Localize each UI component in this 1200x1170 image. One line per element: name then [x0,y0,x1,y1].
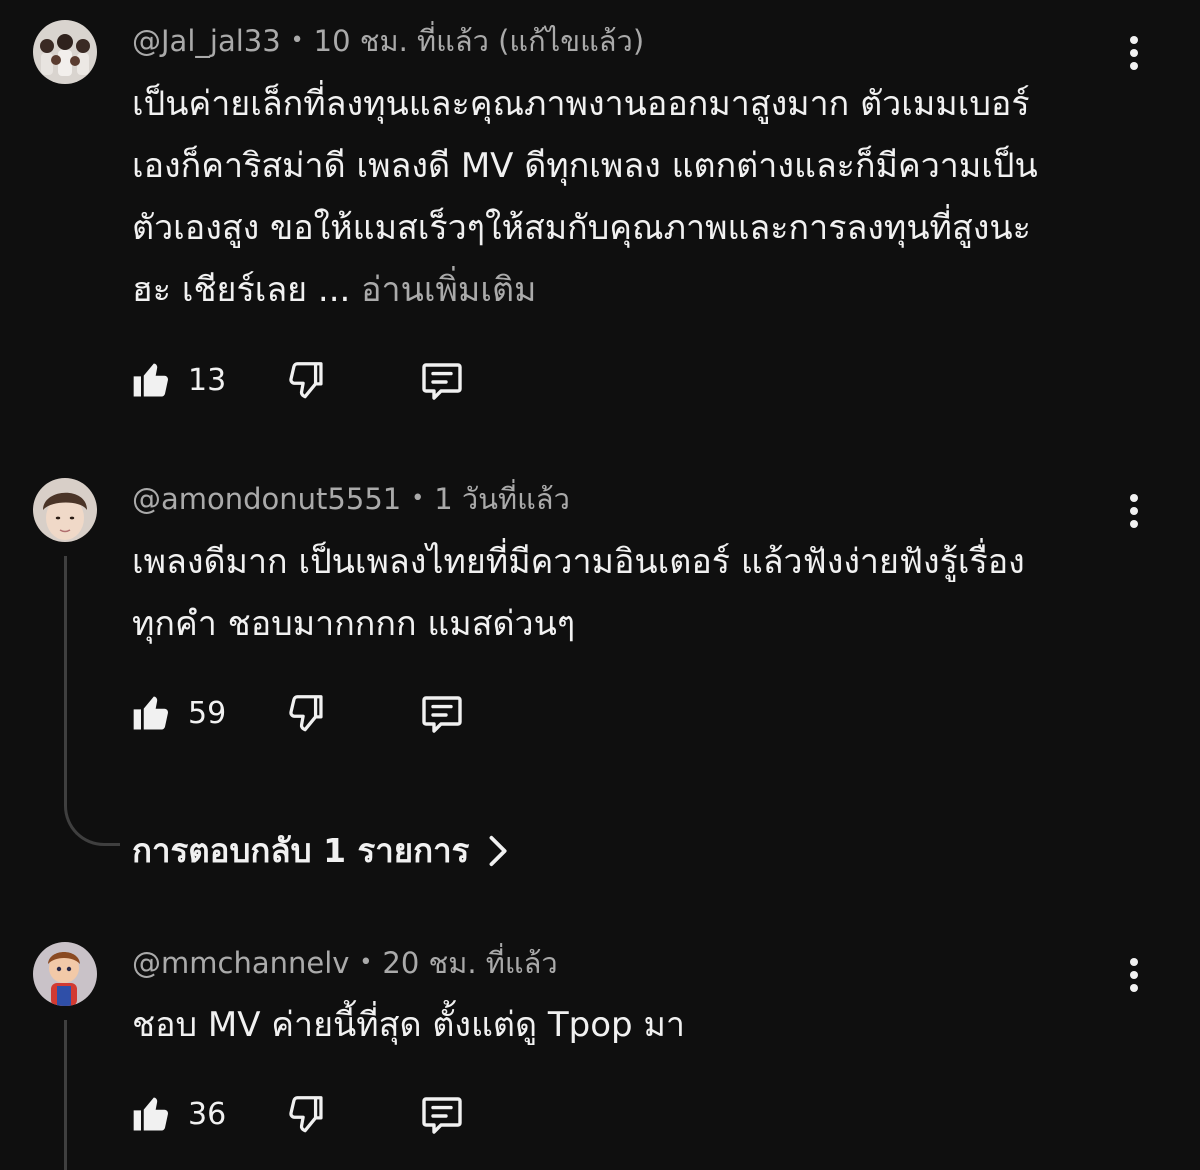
comment-line: เพลงดีมาก เป็นเพลงไทยที่มีความอินเตอร์ แ… [132,542,1025,582]
view-replies-button[interactable]: การตอบกลับ 1 รายการ [132,824,513,877]
more-vert-icon[interactable] [1116,31,1152,75]
comment-line: ชอบ MV ค่ายนี้ที่สุด ตั้งแต่ดู Tpop มา [132,1005,685,1045]
thumbs-up-icon [133,696,169,730]
reply-button[interactable] [417,356,467,404]
like-count: 59 [188,695,227,731]
thread-line [64,556,67,801]
comment-line: ฮะ เชียร์เลย ... [132,270,351,310]
comment-time: 10 ชม. ที่แล้ว [313,24,489,58]
thumbs-up-icon [133,363,169,397]
like-count: 36 [188,1096,227,1132]
comment-author[interactable]: @mmchannelv [132,946,349,980]
comment-text: เพลงดีมาก เป็นเพลงไทยที่มีความอินเตอร์ แ… [132,531,1122,655]
comment-actions: 59 [130,689,530,737]
like-button[interactable]: 59 [130,689,226,737]
thumbs-down-icon [289,695,323,732]
comment-text: ชอบ MV ค่ายนี้ที่สุด ตั้งแต่ดู Tpop มา [132,994,1122,1056]
thumbs-down-icon [289,362,323,399]
comment-line: ทุกคำ ชอบมากกกก แมสด่วนๆ [132,604,576,644]
comment-actions: 13 [130,356,530,404]
comment-time: 20 ชม. ที่แล้ว [382,946,558,980]
comment-meta: @Jal_jal33 • 10 ชม. ที่แล้ว (แก้ไขแล้ว) [132,27,644,56]
comment-text: เป็นค่ายเล็กที่ลงทุนและคุณภาพงานออกมาสูง… [132,73,1122,321]
separator-dot: • [290,28,304,53]
edited-label: (แก้ไขแล้ว) [498,24,645,58]
read-more-link[interactable]: อ่านเพิ่มเติม [361,270,536,310]
like-count: 13 [188,362,227,398]
thread-line [64,1020,67,1170]
like-button[interactable]: 13 [130,356,226,404]
comment-line: เองก็คาริสม่าดี เพลงดี MV ดีทุกเพลง แตกต… [132,146,1038,186]
more-vert-icon[interactable] [1116,489,1152,533]
dislike-button[interactable] [283,689,329,737]
comment-meta: @amondonut5551 • 1 วันที่แล้ว [132,485,570,514]
more-vert-icon[interactable] [1116,953,1152,997]
thumbs-up-icon [133,1097,169,1131]
reply-icon [422,696,462,733]
reply-button[interactable] [417,689,467,737]
avatar[interactable] [33,478,97,542]
reply-icon [422,1097,462,1134]
comment-time: 1 วันที่แล้ว [434,482,570,516]
dislike-button[interactable] [283,1090,329,1138]
comment-author[interactable]: @amondonut5551 [132,482,401,516]
comment-author[interactable]: @Jal_jal33 [132,24,281,58]
comment-meta: @mmchannelv • 20 ชม. ที่แล้ว [132,949,558,978]
dislike-button[interactable] [283,356,329,404]
comment-line: ตัวเองสูง ขอให้แมสเร็วๆให้สมกับคุณภาพและ… [132,208,1031,248]
avatar[interactable] [33,20,97,84]
reply-icon [422,363,462,400]
thread-connector [64,796,120,846]
thumbs-down-icon [289,1096,323,1133]
reply-button[interactable] [417,1090,467,1138]
like-button[interactable]: 36 [130,1090,226,1138]
comment-actions: 36 [130,1090,530,1138]
separator-dot: • [359,950,373,975]
avatar[interactable] [33,942,97,1006]
chevron-right-icon [489,835,507,866]
comment-line: เป็นค่ายเล็กที่ลงทุนและคุณภาพงานออกมาสูง… [132,84,1030,124]
separator-dot: • [411,486,425,511]
replies-label: การตอบกลับ 1 รายการ [132,831,470,870]
